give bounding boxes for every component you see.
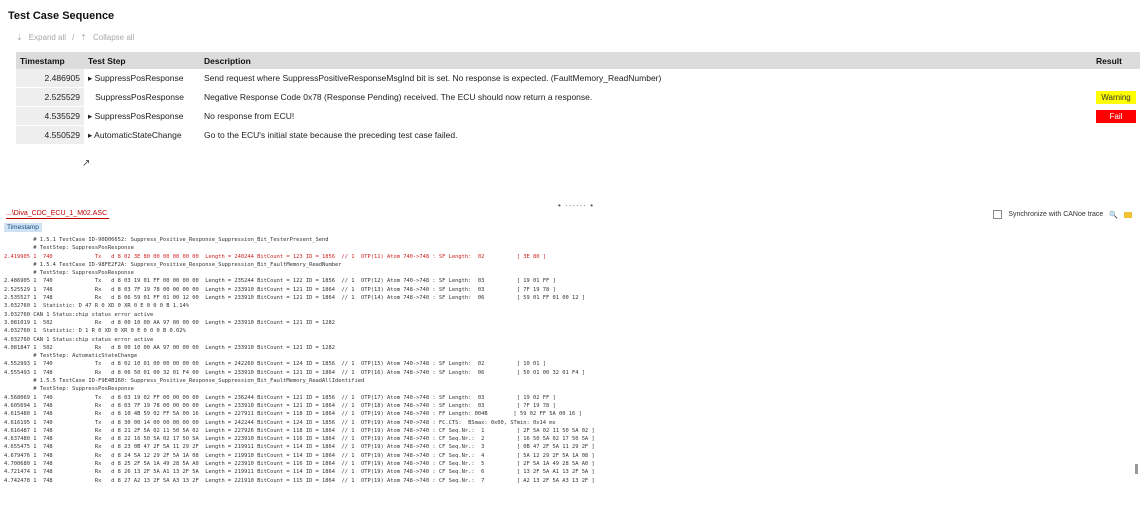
row-test-step-label: SuppressPosResponse [94,110,184,121]
sync-toolbar: Synchronize with CANoe trace 🔍 [993,210,1132,219]
row-description: Negative Response Code 0x78 (Response Pe… [200,87,1092,107]
sync-checkbox[interactable] [993,210,1003,219]
trace-line[interactable]: # TestStep: AutomaticStateChange [4,352,1124,360]
row-description: No response from ECU! [200,106,1092,126]
trace-line[interactable]: # TestStep: SuppressPosResponse [4,385,1124,393]
trace-line[interactable]: 3.032760 CAN 1 Status:chip status error … [4,311,1124,319]
row-test-step: ▸ SuppressPosResponse [84,106,200,126]
trace-line[interactable]: 2.525529 1 748 Rx d 8 03 7F 19 78 00 00 … [4,286,1124,294]
row-result: Fail [1092,106,1140,126]
row-result: Warning [1092,87,1140,107]
trace-line[interactable]: 4.568069 1 740 Tx d 8 03 19 02 FF 00 00 … [4,394,1124,402]
collapse-all-button[interactable]: Collapse all [93,33,134,42]
row-description: Go to the ECU's initial state because th… [200,125,1092,145]
trace-line[interactable]: 4.616195 1 740 Tx d 8 30 00 14 00 00 00 … [4,419,1124,427]
trace-line[interactable]: 4.555493 1 748 Rx d 8 06 50 01 00 32 01 … [4,369,1124,377]
search-icon[interactable]: 🔍 [1109,211,1118,219]
header-test-step[interactable]: Test Step [84,52,200,69]
table-row[interactable]: 2.486905 ▸ SuppressPosResponse Send reques… [16,69,1140,88]
trace-line[interactable]: 2.419905 1 740 Tx d 8 02 3E 80 00 00 00 … [4,253,1124,261]
row-timestamp: 4.535529 [16,106,84,126]
trace-line[interactable]: # 1.5.5 TestCase ID-F9E4B160: Suppress_P… [4,377,1124,385]
bullet-icon: ▸ [88,72,95,83]
header-result[interactable]: Result [1092,52,1140,69]
table-row[interactable]: 4.535529 ▸ SuppressPosResponse No response… [16,106,1140,126]
trace-line[interactable]: 4.637480 1 748 Rx d 8 22 16 50 5A 02 17 … [4,435,1124,443]
expand-collapse-toolbar: ⇣ Expand all / ⇡ Collapse all [16,33,135,42]
trace-line[interactable]: 2.535527 1 748 Rx d 8 06 59 01 FF 01 00 … [4,294,1124,302]
row-test-step-label: SuppressPosResponse [95,92,184,102]
trace-file-tab[interactable]: ...\Diva_CDC_ECU_1_M02.ASC [6,210,110,219]
sync-label: Synchronize with CANoe trace [1008,211,1104,218]
trace-line[interactable]: 4.655475 1 748 Rx d 8 23 0B 47 2F 5A 11 … [4,443,1124,451]
expand-all-button[interactable]: Expand all [29,33,66,42]
trace-line[interactable]: # 1.5.1 TestCase ID-90D06652: Suppress_P… [4,236,1124,244]
trace-line[interactable]: 4.552993 1 740 Tx d 8 02 10 01 00 00 00 … [4,360,1124,368]
trace-line[interactable]: 3.081019 1 502 Rx d 8 00 10 00 AA 97 00 … [4,319,1124,327]
trace-log: # 1.5.1 TestCase ID-90D06652: Suppress_P… [4,236,1124,485]
bullet-icon: ▸ [88,110,95,121]
trace-line[interactable]: 4.721474 1 748 Rx d 8 26 13 2F 5A A1 13 … [4,468,1124,476]
folder-icon[interactable] [1124,211,1132,218]
trace-line[interactable]: 4.615480 1 748 Rx d 8 10 4B 59 02 FF 5A … [4,410,1124,418]
trace-line[interactable]: 4.605694 1 748 Rx d 8 03 7F 19 78 00 00 … [4,402,1124,410]
vertical-scrollbar-thumb[interactable] [1135,464,1138,474]
trace-line[interactable]: # 1.5.4 TestCase ID-98FE2F2A: Suppress_P… [4,261,1124,269]
test-step-table: Timestamp Test Step Description Result 2… [16,52,1140,145]
trace-line[interactable]: 4.742478 1 748 Rx d 8 27 A2 13 2F 5A A3 … [4,477,1124,485]
header-timestamp[interactable]: Timestamp [16,52,84,69]
trace-line[interactable]: 4.679476 1 748 Rx d 8 24 5A 12 29 2F 5A … [4,452,1124,460]
row-timestamp: 2.525529 [16,87,84,107]
row-test-step: ▸ AutomaticStateChange [84,125,200,145]
trace-pane: ...\Diva_CDC_ECU_1_M02.ASC Synchronize w… [0,206,1140,522]
row-result [1092,125,1140,145]
trace-line[interactable]: 4.700680 1 748 Rx d 8 25 2F 5A 1A 49 28 … [4,460,1124,468]
collapse-all-icon: ⇡ [80,33,87,42]
mouse-cursor-icon: ↗ [82,158,91,169]
trace-line[interactable]: 4.032760 1 Statistic: D 1 R 0 XD 0 XR 0 … [4,327,1124,335]
trace-line[interactable]: # TestStep: SuppressPosResponse [4,244,1124,252]
trace-line[interactable]: 4.616487 1 748 Rx d 8 21 2F 5A 02 11 50 … [4,427,1124,435]
table-header-row: Timestamp Test Step Description Result [16,52,1140,69]
row-test-step-label: AutomaticStateChange [94,129,182,140]
header-description[interactable]: Description [200,52,1092,69]
status-badge: Fail [1096,109,1136,123]
page-title: Test Case Sequence [8,10,115,22]
trace-line[interactable]: # TestStep: SuppressPosResponse [4,269,1124,277]
trace-line[interactable]: 2.486905 1 740 Tx d 8 03 19 01 FF 00 00 … [4,277,1124,285]
row-timestamp: 2.486905 [16,69,84,88]
row-result [1092,69,1140,88]
row-test-step: SuppressPosResponse [84,87,200,107]
trace-line[interactable]: 4.032760 CAN 1 Status:chip status error … [4,336,1124,344]
expand-all-icon: ⇣ [16,33,23,42]
row-test-step: ▸ SuppressPosResponse [84,69,200,88]
trace-line[interactable]: 3.032760 1 Statistic: D 47 R 0 XD 0 XR 0… [4,302,1124,310]
status-badge: Warning [1096,90,1136,104]
timestamp-button[interactable]: Timestamp [4,223,42,232]
table-row[interactable]: 2.525529 SuppressPosResponse Negative Res… [16,87,1140,107]
row-test-step-label: SuppressPosResponse [94,72,184,83]
trace-line[interactable]: 4.081847 1 502 Rx d 8 00 10 00 AA 97 00 … [4,344,1124,352]
table-row[interactable]: 4.550529 ▸ AutomaticStateChange Go to the … [16,125,1140,145]
row-description: Send request where SuppressPositiveRespo… [200,69,1092,88]
row-timestamp: 4.550529 [16,125,84,145]
